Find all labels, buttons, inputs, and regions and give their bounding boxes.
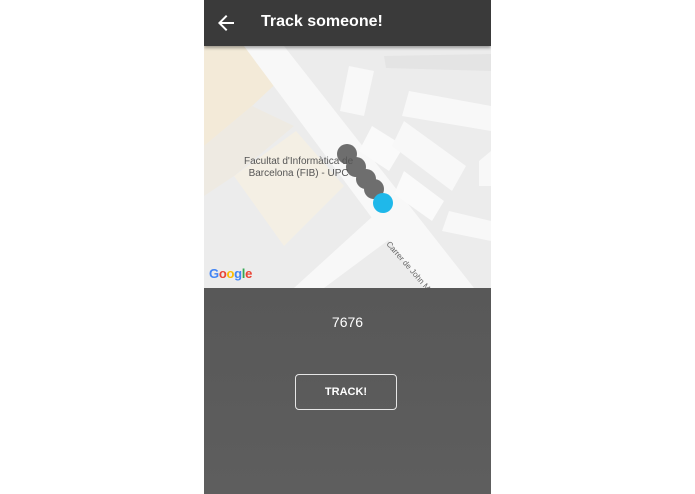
google-logo: Google (209, 266, 252, 281)
track-button[interactable]: TRACK! (295, 374, 397, 410)
logo-letter: o (226, 266, 235, 281)
arrow-back-icon (218, 15, 234, 31)
phone-screen: Track someone! Facultat d'Informàtica de… (204, 0, 491, 494)
logo-letter: e (245, 266, 253, 281)
logo-letter: G (209, 266, 219, 281)
tracking-code: 7676 (331, 314, 364, 330)
block (402, 91, 491, 131)
tracking-panel: 7676 TRACK! (204, 288, 491, 494)
map-view[interactable]: Facultat d'Informàtica de Barcelona (FIB… (204, 46, 491, 288)
app-title: Track someone! (261, 13, 383, 30)
place-label-line1: Facultat d'Informàtica de (244, 156, 354, 167)
logo-letter: g (234, 266, 242, 281)
back-button[interactable] (214, 11, 238, 35)
place-label: Facultat d'Informàtica de Barcelona (FIB… (244, 156, 353, 180)
block (442, 211, 491, 241)
app-bar: Track someone! (204, 0, 491, 46)
block (384, 54, 491, 71)
block (340, 66, 374, 116)
current-location-marker[interactable] (373, 193, 393, 213)
block (479, 151, 491, 186)
place-label-line2: Barcelona (FIB) - UPC (248, 168, 349, 179)
